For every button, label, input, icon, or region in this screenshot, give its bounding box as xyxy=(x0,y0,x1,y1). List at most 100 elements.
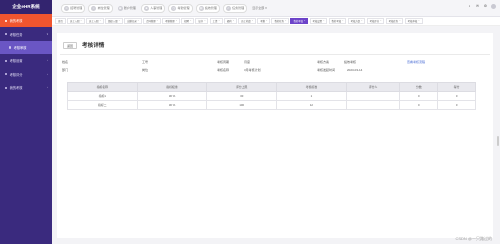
tab-label: 福利 xyxy=(226,20,232,23)
tab-my-review-active[interactable]: 我的考核 × xyxy=(290,17,309,25)
close-icon[interactable]: × xyxy=(81,20,82,22)
close-icon[interactable]: × xyxy=(190,20,191,22)
tab-item[interactable]: 福利 × xyxy=(223,17,237,25)
tab-item[interactable]: 招聘 × xyxy=(181,17,195,25)
tab-item[interactable]: 员工档案 × xyxy=(238,17,256,25)
close-icon[interactable]: × xyxy=(323,20,324,22)
close-icon[interactable]: × xyxy=(399,20,400,22)
indicator-table: 指标名称 指标权重 评分上限 考核标准 评分人 分数 得分 指标1 30 % 3… xyxy=(67,82,476,110)
tab-item[interactable]: 组织入职 × xyxy=(105,17,123,25)
close-icon[interactable]: × xyxy=(218,20,219,22)
scrollbar[interactable] xyxy=(497,136,499,146)
watermark-text: CSDN @一只路过的 xyxy=(455,236,492,241)
sidebar-item-review-tasks[interactable]: 考核任务 ▾ xyxy=(0,27,52,40)
close-icon[interactable]: × xyxy=(100,20,101,22)
close-icon[interactable]: × xyxy=(418,20,419,22)
tab-item[interactable]: 考核方案 × xyxy=(347,17,366,25)
tab-item[interactable]: 员工入职 × xyxy=(66,17,85,25)
tab-item[interactable]: 合同管理 × xyxy=(143,17,161,25)
nav-show-all[interactable]: 显示全部 ▾ xyxy=(250,4,269,13)
sidebar-subitem-review-audit[interactable]: 考核审核 xyxy=(0,40,52,55)
view-review-process-link[interactable]: 查看考核流程 xyxy=(407,60,425,64)
field-start-time-value: 2023-03-14 xyxy=(347,68,363,72)
menu-dot-icon xyxy=(5,59,8,62)
table-row: 指标二 30 % 100 12 0 0 xyxy=(67,100,476,110)
tab-item[interactable]: 考核评分 × xyxy=(366,17,385,25)
table-cell: 1 xyxy=(276,91,347,101)
close-icon[interactable]: × xyxy=(252,20,253,22)
nav-performance[interactable]: ▤ 绩效管理 xyxy=(195,3,220,13)
sidebar-item-review-settings[interactable]: 考核设置 › xyxy=(0,54,52,67)
close-icon[interactable]: × xyxy=(176,20,177,22)
tab-item[interactable]: 考核审核 × xyxy=(404,17,423,25)
menu-dot-icon xyxy=(5,32,8,36)
tab-item[interactable]: 考核任务 × xyxy=(385,17,404,25)
tab-label: 招聘 xyxy=(184,20,189,23)
tab-item[interactable]: 考勤 × xyxy=(257,17,271,25)
tab-label: 我的考核 xyxy=(331,20,342,23)
nav-tasks[interactable]: ✓ 任务管理 xyxy=(222,3,248,13)
message-icon[interactable]: ✉ xyxy=(475,4,480,9)
nav-personnel[interactable]: ☻ 人事管理 xyxy=(140,3,166,13)
nav-label: 人事管理 xyxy=(150,6,163,10)
nav-accounts[interactable]: ◉ 账户管理 xyxy=(116,4,138,13)
close-icon[interactable]: × xyxy=(204,20,205,22)
sidebar-item-my-review[interactable]: 我的考核 xyxy=(0,14,52,28)
close-icon[interactable]: × xyxy=(380,20,381,22)
field-scheme-label: 考核方案 xyxy=(317,60,330,64)
tab-item[interactable]: 考核设置 × xyxy=(309,17,328,25)
chevron-right-icon: › xyxy=(47,59,48,63)
table-cell: 0 xyxy=(399,100,439,110)
tab-item[interactable]: 我的任务 × xyxy=(271,17,290,25)
close-icon[interactable]: × xyxy=(304,20,305,22)
nav-recruitment[interactable]: ☺ 招聘管理 xyxy=(61,3,86,13)
tab-label: 首页 xyxy=(58,20,63,23)
field-review-name-value: 3月考核计划 xyxy=(244,68,261,72)
menu-dot-icon xyxy=(5,86,8,89)
tab-label: 合同管理 xyxy=(146,20,156,23)
close-icon[interactable]: × xyxy=(138,20,139,22)
sidebar-item-label: 考核审核 xyxy=(13,45,27,50)
sidebar-menu: 我的考核 考核任务 ▾ 考核审核 考核设置 › 考核评分 › 我的考核 › xyxy=(0,14,52,94)
tab-item[interactable]: 出勤记录 × xyxy=(124,17,142,25)
close-icon[interactable]: × xyxy=(119,20,120,22)
tab-home[interactable]: 首页 xyxy=(55,17,66,25)
notification-icon[interactable]: ♪ xyxy=(467,4,472,9)
nav-positions[interactable]: ▪ 岗位管理 xyxy=(88,3,113,13)
settings-icon[interactable]: ⚙ xyxy=(483,4,488,9)
tab-label: 考核审核 xyxy=(407,20,418,23)
nav-attendance[interactable]: ◷ 考勤管理 xyxy=(168,3,193,13)
sidebar-item-review-scoring[interactable]: 考核评分 › xyxy=(0,68,52,81)
top-header: ☺ 招聘管理 ▪ 岗位管理 ◉ 账户管理 ☻ 人事管理 ◷ 考勤管理 ▤ 绩效管… xyxy=(52,0,500,17)
field-name-label: 姓名 xyxy=(62,60,69,64)
nav-label: 显示全部 xyxy=(252,6,265,10)
field-cycle-value: 月度 xyxy=(244,60,251,64)
tab-item[interactable]: 我的考核 × xyxy=(328,17,347,25)
column-header: 分数 xyxy=(399,82,439,92)
nav-label: 账户管理 xyxy=(123,6,136,10)
close-icon[interactable]: × xyxy=(266,20,267,22)
tab-label: 员工入职 xyxy=(69,20,80,23)
tab-item[interactable]: 员工入职 × xyxy=(86,17,104,25)
tabs-bar: 首页 员工入职 × 员工入职 × 组织入职 × 出勤记录 × 合同管理 × 考勤管理 × 招… xyxy=(52,17,500,26)
close-icon[interactable]: × xyxy=(233,20,234,22)
tab-item[interactable]: 考勤管理 × xyxy=(162,17,180,25)
user-avatar-icon[interactable] xyxy=(491,4,496,9)
column-header: 评分人 xyxy=(345,82,401,92)
table-cell: 0 xyxy=(437,100,476,110)
close-icon[interactable]: × xyxy=(342,20,343,22)
tab-item[interactable]: 证书 × xyxy=(195,17,209,25)
close-icon[interactable]: × xyxy=(285,20,286,22)
tab-item[interactable]: 工资 × xyxy=(209,17,223,25)
close-icon[interactable]: × xyxy=(157,20,158,22)
sidebar-item-my-review-2[interactable]: 我的考核 › xyxy=(0,81,52,94)
back-button[interactable]: 返回 xyxy=(63,42,77,49)
menu-dot-icon xyxy=(5,73,8,76)
info-row: 姓名 工号 考核周期 月度 考核方案 绩效考核 查看考核流程 xyxy=(62,59,492,67)
tab-label: 考核任务 xyxy=(388,20,399,23)
tab-label: 考核方案 xyxy=(350,20,361,23)
tab-label: 组织入职 xyxy=(108,20,118,23)
account-icon: ◉ xyxy=(117,5,123,11)
close-icon[interactable]: × xyxy=(361,20,362,22)
tab-label: 员工档案 xyxy=(241,20,251,23)
